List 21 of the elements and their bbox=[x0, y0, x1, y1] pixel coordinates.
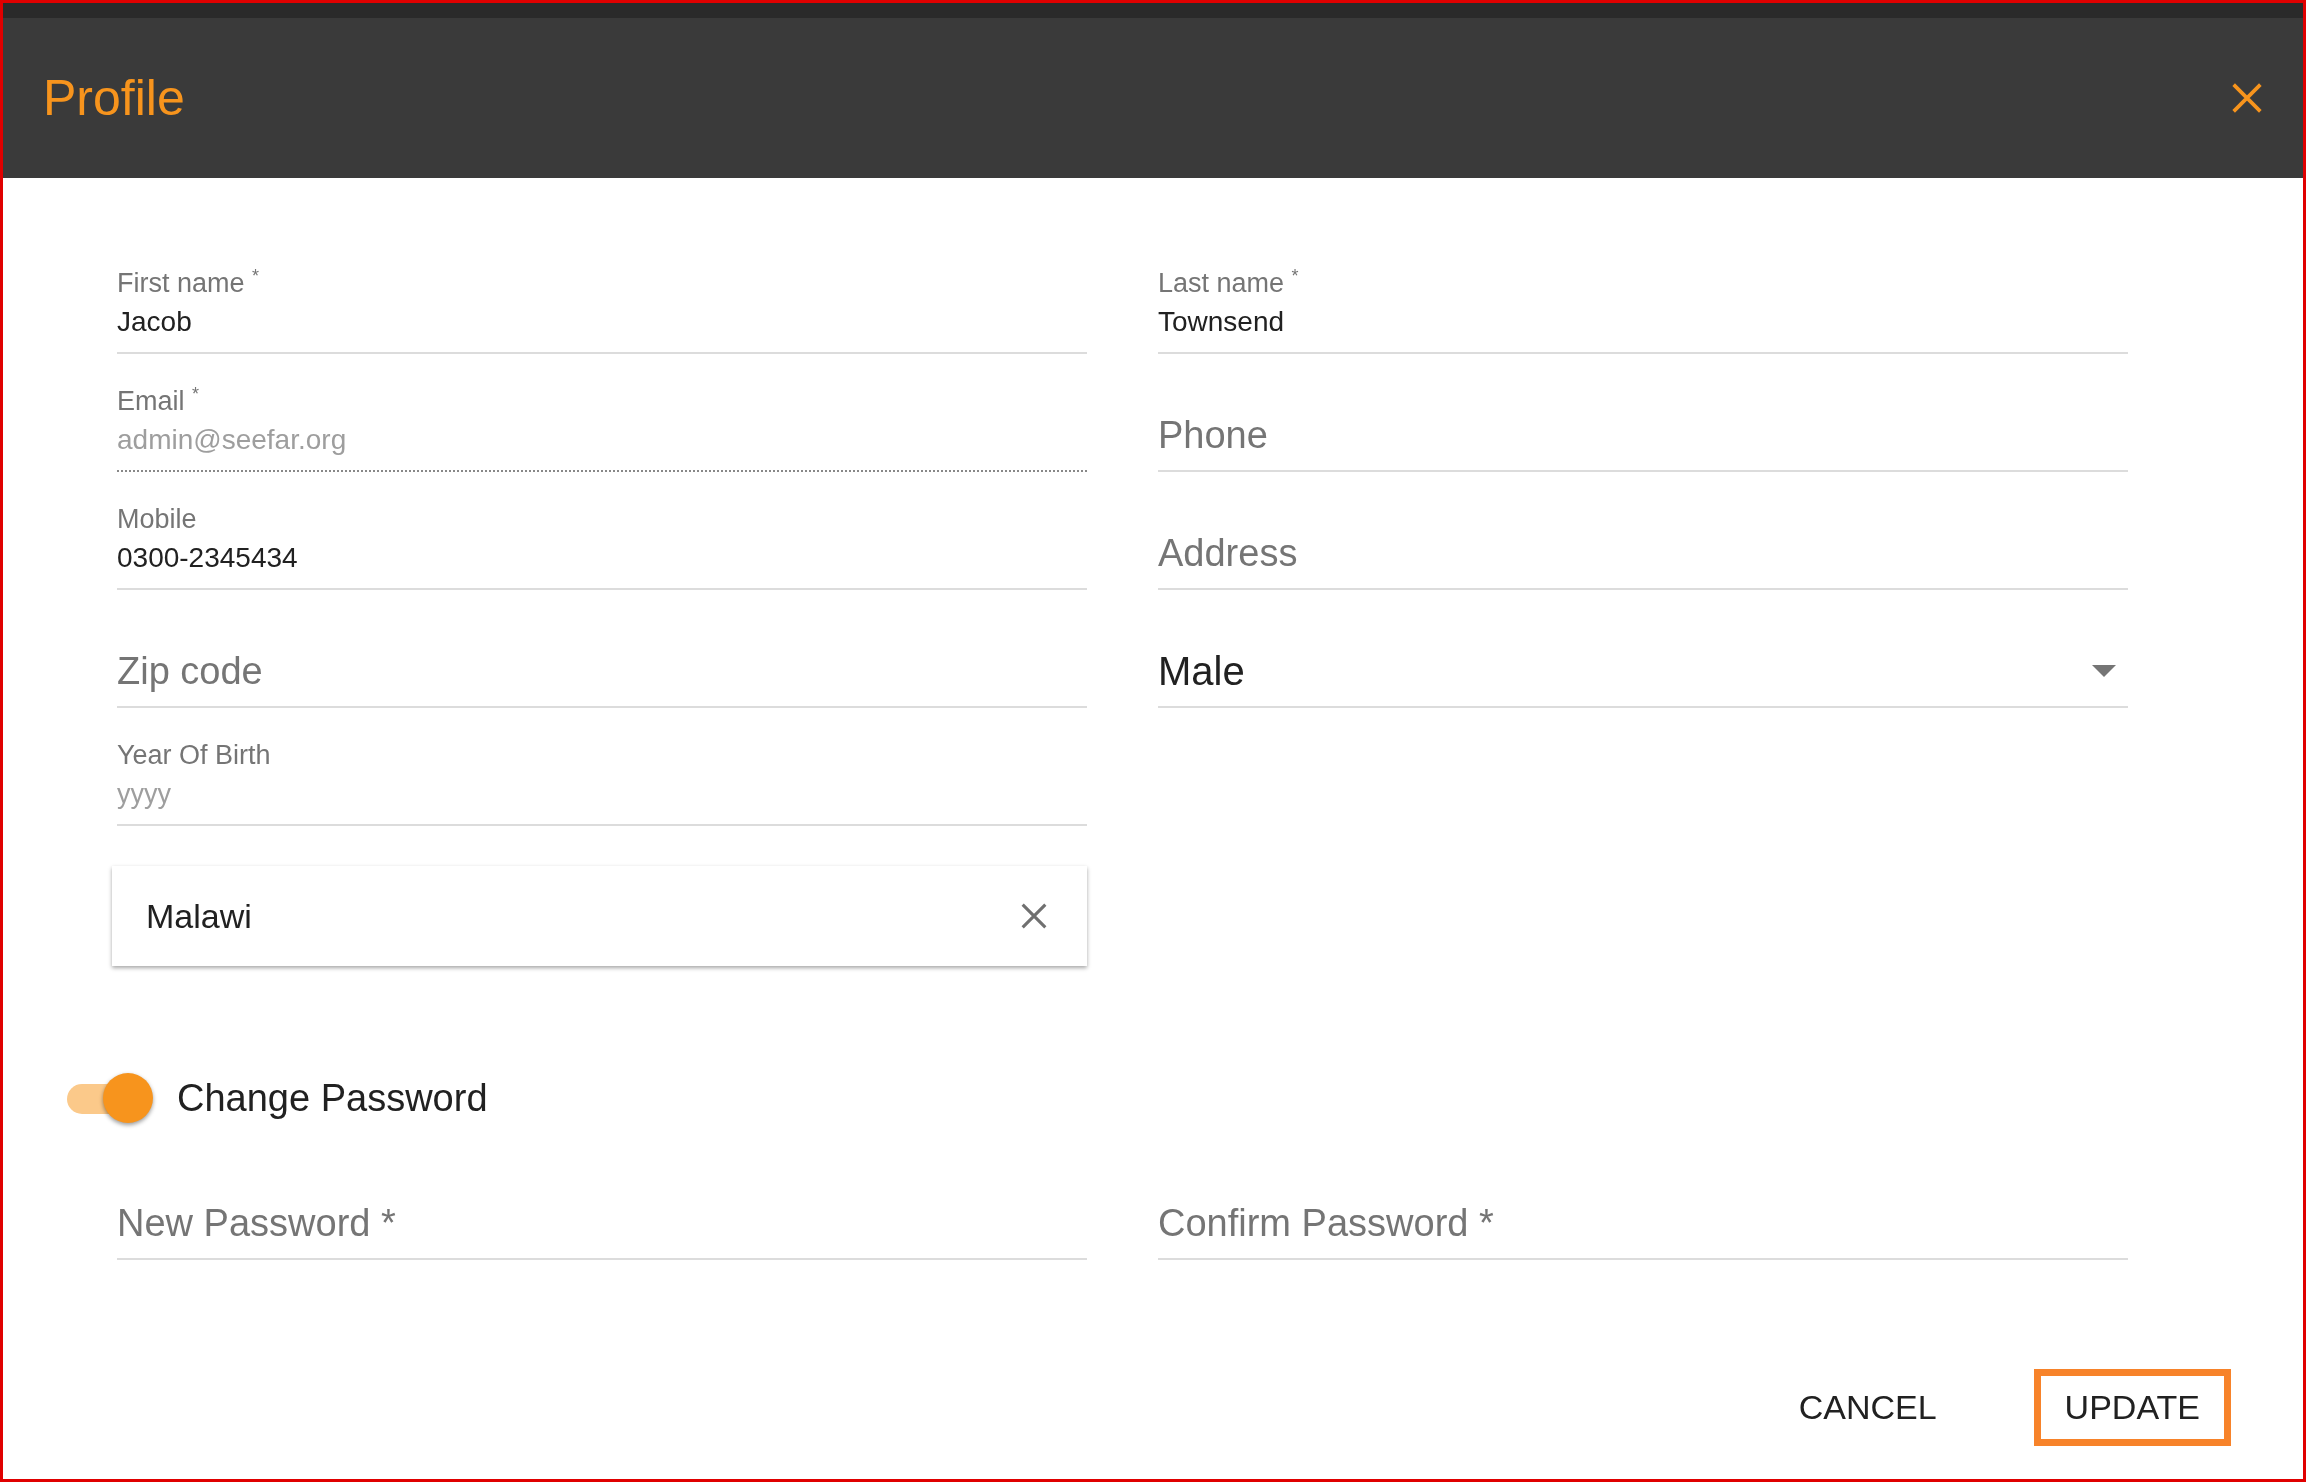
input-field[interactable]: Jacob bbox=[117, 300, 1087, 354]
input-field[interactable]: Zip code bbox=[117, 644, 1087, 708]
toggle-label: Change Password bbox=[177, 1076, 488, 1120]
input-field[interactable]: New Password * bbox=[117, 1196, 1087, 1260]
input-field[interactable]: Confirm Password * bbox=[1158, 1196, 2128, 1260]
field-label: Last name $^{*}$ bbox=[1158, 265, 1300, 300]
input-field[interactable]: 0300-2345434 bbox=[117, 536, 1087, 590]
field-label: Email $^{*}$ bbox=[117, 383, 201, 418]
input-field[interactable]: yyyy bbox=[117, 772, 1087, 826]
field-label: Mobile bbox=[117, 503, 198, 536]
input-field[interactable]: Address bbox=[1158, 526, 2128, 590]
gender-select[interactable]: Male bbox=[1158, 644, 2128, 708]
field-label: First name $^{*}$ bbox=[117, 265, 261, 300]
input-field[interactable]: Townsend bbox=[1158, 300, 2128, 354]
country-field[interactable]: Malawi bbox=[112, 866, 1087, 966]
caret-icon bbox=[2092, 665, 2116, 677]
input-field[interactable]: Phone bbox=[1158, 408, 2128, 472]
dialog-button[interactable]: CANCEL bbox=[1767, 1368, 1968, 1446]
dialog-title: Profile bbox=[43, 69, 185, 127]
dialog-button[interactable]: UPDATE bbox=[2033, 1368, 2231, 1446]
field-label: Year Of Birth bbox=[117, 739, 272, 772]
